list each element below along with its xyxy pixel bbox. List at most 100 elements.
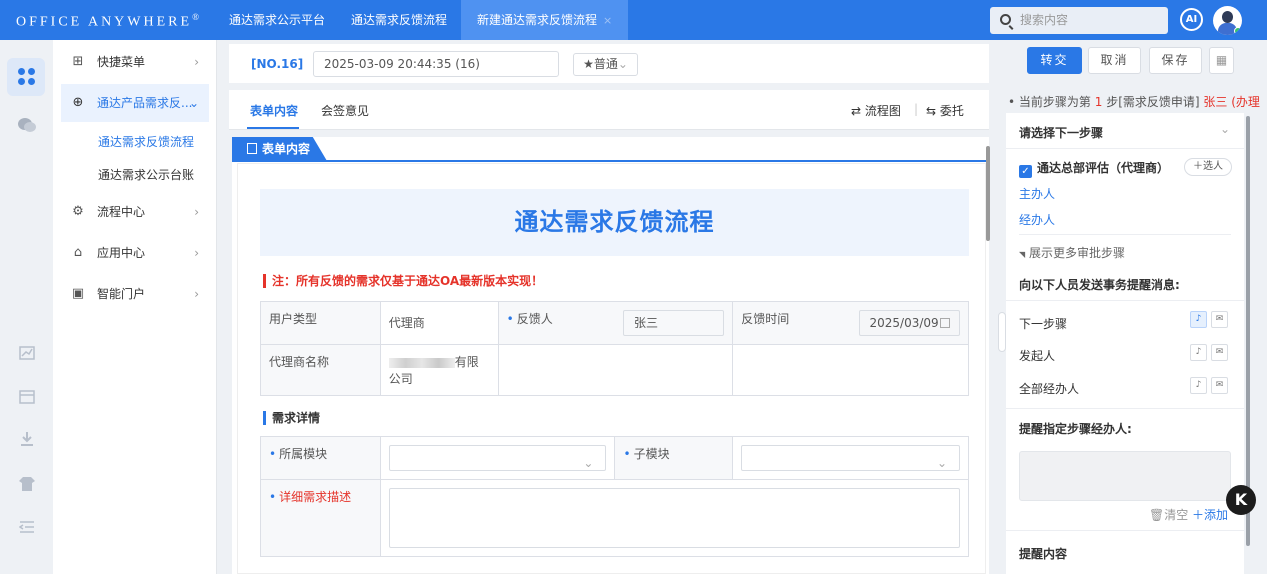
feedback-person-input[interactable]: 张三 — [622, 310, 725, 336]
flow-datetime-field[interactable]: 2025-03-09 20:44:35 (16) — [313, 51, 559, 77]
chevron-down-icon: ⌄ — [188, 96, 199, 110]
notify-row-next: 下一步骤 — [1019, 317, 1068, 331]
side-menu: ⊞ 快捷菜单 › ⊕ 通达产品需求反... ⌄ 通达需求反馈流程 通达需求公示台账 ⚙ 流… — [53, 40, 217, 574]
menu-item-product-demand[interactable]: ⊕ 通达产品需求反... ⌄ — [61, 84, 209, 122]
feedback-person-label: • 反馈人 — [497, 301, 615, 345]
apps-icon[interactable] — [18, 68, 36, 86]
form-scrollbar[interactable] — [986, 146, 990, 241]
chat-icon[interactable] — [17, 117, 37, 137]
priority-select[interactable]: ★普通⌄ — [573, 53, 638, 76]
chevron-down-icon[interactable]: ⌄ — [1220, 122, 1230, 136]
flow-number: [NO.16] — [251, 57, 304, 71]
current-step-info: • 当前步骤为第 1 步[需求反馈申请] 张三 (办理... — [1008, 95, 1260, 109]
triangle-icon: ◥ — [1019, 250, 1026, 259]
tab-new-feedback-flow[interactable]: 新建通达需求反馈流程 × — [461, 0, 629, 40]
download-icon[interactable] — [17, 431, 37, 451]
user-type-label: 用户类型 — [260, 301, 381, 345]
module-label: • 所属模块 — [260, 436, 381, 480]
cancel-button[interactable]: 取消 — [1088, 47, 1141, 74]
remind-title: 提醒指定步骤经办人: — [1019, 422, 1132, 436]
delegate-button[interactable]: ⇆ 委托 — [926, 102, 964, 119]
chevron-right-icon: › — [194, 205, 199, 219]
search-input[interactable]: 搜索内容 — [990, 7, 1168, 34]
form-ribbon: 表单内容 — [232, 137, 327, 161]
module-select[interactable]: ⌄ — [388, 445, 607, 471]
form-header-bar: [NO.16] 2025-03-09 20:44:35 (16) ★普通⌄ — [229, 44, 989, 83]
checkbox-checked-icon[interactable]: ✓ — [1019, 165, 1032, 178]
menu-sub-feedback-flow[interactable]: 通达需求反馈流程 — [98, 133, 194, 150]
trash-icon: 🗑 — [1149, 508, 1165, 522]
feedback-time-input[interactable]: 2025/03/09 — [858, 310, 960, 336]
active-tab-indicator — [247, 127, 299, 129]
ai-assistant-icon[interactable]: AI — [1180, 8, 1203, 31]
host-link[interactable]: 主办人 — [1019, 185, 1055, 202]
panel-collapse-handle[interactable] — [998, 312, 1006, 352]
tab-label: 新建通达需求反馈流程 — [477, 13, 598, 27]
calendar-icon — [940, 318, 950, 328]
form-note: 注：所有反馈的需求仅基于通达OA最新版本实现！ — [263, 274, 543, 288]
menu-item-app-center[interactable]: ⌂ 应用中心 › — [61, 234, 209, 272]
chevron-down-icon: ⌄ — [936, 456, 947, 470]
tab-form-content[interactable]: 表单内容 — [250, 102, 298, 119]
more-steps-toggle[interactable]: ◥ 展示更多审批步骤 — [1019, 244, 1125, 261]
tab-demand-platform[interactable]: 通达需求公示平台 — [229, 0, 325, 40]
submodule-select[interactable]: ⌄ — [741, 445, 960, 471]
notify-row-initiator: 发起人 — [1019, 349, 1056, 363]
chevron-down-icon: ⌄ — [617, 57, 628, 71]
feedback-time-label: 反馈时间 — [732, 301, 851, 345]
menu-item-portal[interactable]: ▣ 智能门户 › — [61, 275, 209, 313]
tab-opinions[interactable]: 会签意见 — [321, 102, 369, 119]
collapse-menu-icon[interactable] — [17, 520, 37, 540]
bell-icon[interactable]: ♪ — [1190, 311, 1207, 328]
message-icon[interactable]: ✉ — [1211, 377, 1228, 394]
main-content: [NO.16] 2025-03-09 20:44:35 (16) ★普通⌄ 表单… — [229, 40, 989, 574]
form-area: 通达需求反馈流程 注：所有反馈的需求仅基于通达OA最新版本实现！ 用户类型 代理… — [237, 163, 986, 574]
agent-name-value: 有限 公司 — [379, 344, 499, 396]
chevron-down-icon: ⌄ — [583, 456, 594, 470]
assistant-k-icon[interactable]: K — [1226, 485, 1256, 515]
flowchart-button[interactable]: ⇄ 流程图 — [851, 102, 901, 119]
clear-button[interactable]: 🗑清空 — [1149, 506, 1188, 523]
close-icon[interactable]: × — [603, 14, 612, 27]
next-step-option[interactable]: ✓ 通达总部评估（代理商） — [1019, 159, 1169, 178]
layout-grid-icon[interactable]: ▦ — [1209, 47, 1234, 74]
ribbon-line — [232, 160, 989, 162]
delegate-icon: ⇆ — [926, 104, 937, 118]
right-scrollbar[interactable] — [1246, 116, 1250, 546]
menu-item-shortcuts[interactable]: ⊞ 快捷菜单 › — [61, 43, 209, 81]
app-logo[interactable]: OFFICE ANYWHERE® — [16, 12, 199, 31]
form-paper: 表单内容 通达需求反馈流程 注：所有反馈的需求仅基于通达OA最新版本实现！ 用户… — [232, 137, 989, 574]
grid-icon: ⊞ — [72, 54, 84, 69]
menu-item-flow-center[interactable]: ⚙ 流程中心 › — [61, 193, 209, 231]
bell-icon[interactable]: ♪ — [1190, 344, 1207, 361]
message-icon[interactable]: ✉ — [1211, 344, 1228, 361]
shirt-icon[interactable] — [17, 476, 37, 496]
portal-icon: ▣ — [71, 286, 85, 301]
bell-icon[interactable]: ♪ — [1190, 377, 1207, 394]
next-step-panel: 请选择下一步骤 ⌄ ✓ 通达总部评估（代理商） ＋选人 主办人 经办人 ◥ 展示更… — [1006, 113, 1244, 574]
handler-link[interactable]: 经办人 — [1019, 211, 1055, 228]
calendar-icon[interactable] — [17, 388, 37, 408]
remind-handler-box[interactable] — [1019, 451, 1231, 501]
tab-feedback-flow[interactable]: 通达需求反馈流程 — [351, 0, 447, 40]
select-next-step[interactable]: 请选择下一步骤 — [1019, 124, 1103, 141]
form-tabs: 表单内容 会签意见 ⇄ 流程图 | ⇆ 委托 — [229, 90, 989, 130]
menu-sub-demand-ledger[interactable]: 通达需求公示台账 — [98, 166, 194, 183]
avatar[interactable] — [1213, 6, 1242, 35]
save-button[interactable]: 保存 — [1149, 47, 1202, 74]
transfer-button[interactable]: 转交 — [1027, 47, 1082, 74]
redacted-text — [388, 357, 455, 368]
add-button[interactable]: ＋添加 — [1192, 506, 1228, 523]
add-person-button[interactable]: ＋选人 — [1184, 158, 1232, 176]
detail-desc-textarea[interactable] — [388, 488, 960, 548]
chevron-right-icon: › — [194, 287, 199, 301]
message-icon[interactable]: ✉ — [1211, 311, 1228, 328]
agent-name-label: 代理商名称 — [260, 344, 381, 396]
notify-title: 向以下人员发送事务提醒消息: — [1019, 278, 1180, 292]
bag-icon: ⌂ — [73, 245, 83, 260]
remind-content-title: 提醒内容 — [1019, 547, 1068, 561]
icon-rail — [0, 40, 53, 574]
submodule-label: • 子模块 — [614, 436, 734, 480]
chart-icon[interactable] — [17, 346, 37, 366]
notify-row-all-handlers: 全部经办人 — [1019, 382, 1080, 396]
